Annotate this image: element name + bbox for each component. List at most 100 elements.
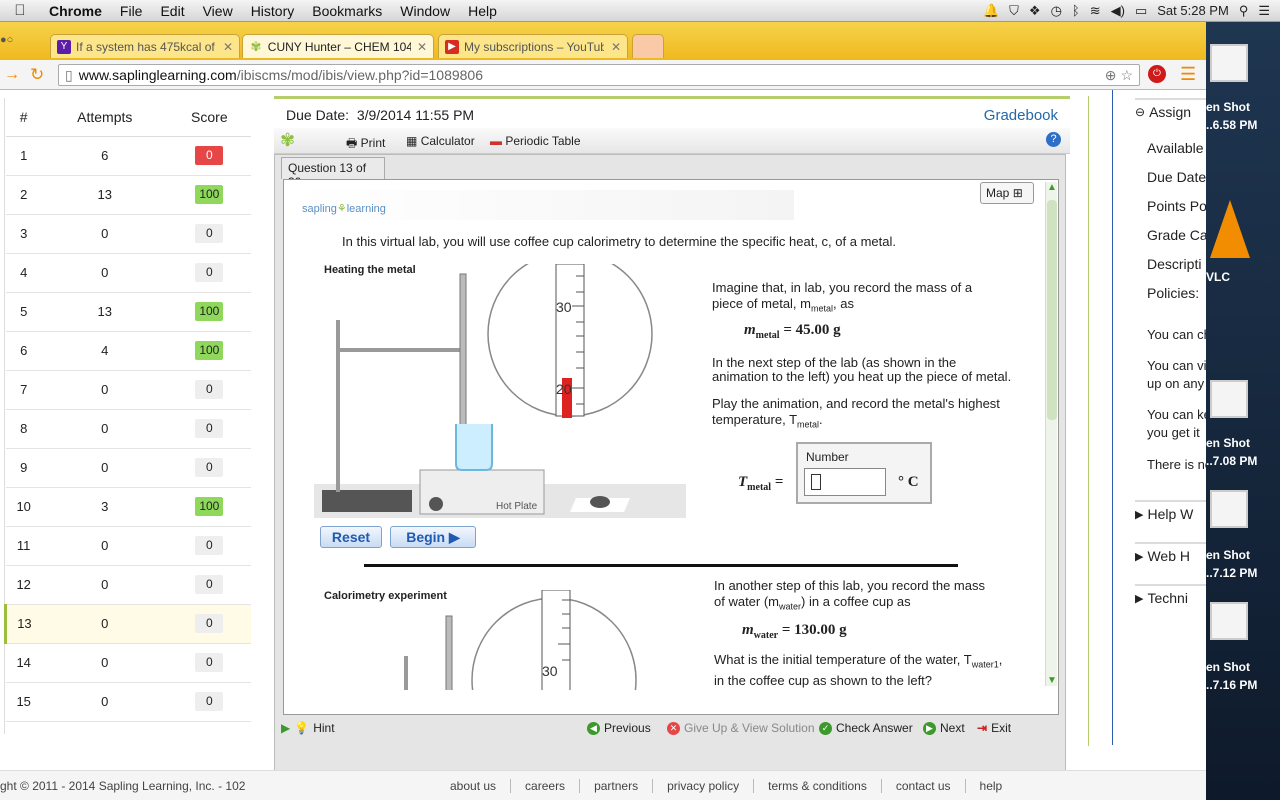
menu-view[interactable]: View [194,3,242,19]
help-icon[interactable]: ? [1046,132,1061,147]
table-row[interactable]: 2 13 100 [5,175,251,215]
battery-icon[interactable]: ▭ [1135,3,1147,19]
table-row[interactable]: 13 0 0 [3,604,251,644]
zoom-icon[interactable]: ⊕ [1105,67,1117,84]
menu-edit[interactable]: Edit [151,3,193,19]
notification-icon[interactable]: 🔔 [983,3,999,19]
hint-button[interactable]: ▶ 💡 Hint [281,721,335,735]
screenshot-file-icon[interactable] [1210,602,1248,640]
question-number[interactable]: 12 [5,565,42,605]
question-number[interactable]: 11 [5,526,42,566]
footer-about-link[interactable]: about us [436,779,512,793]
table-row[interactable]: 700 [5,370,251,410]
give-up-button[interactable]: ✕ Give Up & View Solution [667,721,815,735]
window-controls[interactable]: ●○ [0,34,13,46]
close-icon[interactable]: ✕ [217,40,233,54]
technical-section-header[interactable]: ▶ Techni [1135,584,1206,610]
spotlight-icon[interactable]: ⚲ [1239,3,1249,19]
footer-privacy-link[interactable]: privacy policy [653,779,755,793]
web-help-section-header[interactable]: ▶ Web H [1135,542,1206,568]
question-number[interactable]: 15 [5,682,42,722]
table-row[interactable]: 800 [5,409,251,449]
scroll-down-icon[interactable]: ▼ [1047,675,1057,686]
table-row[interactable]: 5 13 100 [5,292,251,332]
map-button[interactable]: Map ⊞ [980,182,1034,204]
bookmark-star-icon[interactable]: ☆ [1120,67,1133,84]
question-number[interactable]: 8 [5,409,42,449]
question-number[interactable]: 4 [5,253,42,293]
url-field[interactable]: ▯ www.saplinglearning.com/ibiscms/mod/ib… [58,64,1140,86]
table-row[interactable]: 400 [5,253,251,293]
footer-help-link[interactable]: help [966,779,1017,793]
vertical-scrollbar[interactable]: ▲ ▼ [1045,182,1057,686]
volume-icon[interactable]: ◀) [1111,3,1125,19]
print-button[interactable]: 🖶 Print [346,134,385,155]
reload-icon[interactable]: ↻ [30,65,44,85]
time-machine-icon[interactable]: ◷ [1051,3,1062,19]
close-icon[interactable]: ✕ [605,40,621,54]
footer-careers-link[interactable]: careers [511,779,581,793]
menu-window[interactable]: Window [391,3,459,19]
footer-terms-link[interactable]: terms & conditions [754,779,882,793]
help-section-header[interactable]: ▶ Help W [1135,500,1206,526]
question-number[interactable]: 9 [5,448,42,488]
tab-yahoo[interactable]: Y If a system has 475kcal of ✕ [50,34,240,58]
previous-button[interactable]: ◀ Previous [587,721,651,735]
t-metal-input[interactable] [804,468,886,496]
shield-icon[interactable]: ⛉ [1009,3,1019,19]
menu-file[interactable]: File [111,3,152,19]
table-row[interactable]: 6 4 100 [5,331,251,371]
close-icon[interactable]: ✕ [411,40,427,54]
question-number[interactable]: 1 [5,136,42,176]
menu-app-name[interactable]: Chrome [40,3,111,19]
question-number[interactable]: 7 [5,370,42,410]
gradebook-link[interactable]: Gradebook [984,107,1058,124]
forward-icon[interactable]: → [4,66,20,84]
question-number[interactable]: 3 [5,214,42,254]
question-number[interactable]: 6 [5,331,42,371]
tab-cuny-hunter[interactable]: ✾ CUNY Hunter – CHEM 104 ✕ [242,34,434,58]
menu-help[interactable]: Help [459,3,506,19]
assignment-info-header[interactable]: ⊖ Assign [1135,98,1206,124]
question-number[interactable]: 5 [5,292,42,332]
list-icon[interactable]: ☰ [1258,3,1270,19]
apple-icon[interactable]:  [0,2,40,19]
exit-button[interactable]: ⇥ Exit [977,721,1011,735]
adblock-icon[interactable]: ⏻ [1148,65,1166,83]
check-answer-button[interactable]: ✓ Check Answer [819,721,913,735]
begin-button[interactable]: Begin ▶ [390,526,476,548]
table-row[interactable]: 15 0 0 [5,682,251,722]
clock[interactable]: Sat 5:28 PM [1157,3,1229,18]
scroll-thumb[interactable] [1047,200,1057,420]
screenshot-file-icon[interactable] [1210,44,1248,82]
scroll-up-icon[interactable]: ▲ [1047,182,1057,193]
tab-youtube[interactable]: ▶ My subscriptions – YouTube ✕ [438,34,628,58]
new-tab-button[interactable] [632,34,664,58]
wifi-icon[interactable]: ≋ [1090,3,1101,19]
vlc-icon[interactable] [1210,200,1250,258]
table-row[interactable]: 12 0 0 [5,565,251,605]
calculator-button[interactable]: ▦ Calculator [406,134,475,148]
table-row[interactable]: 16 0 [5,136,251,176]
reset-button[interactable]: Reset [320,526,382,548]
table-row[interactable]: 10 3 100 [5,487,251,527]
hot-plate-knob[interactable] [429,497,443,511]
footer-partners-link[interactable]: partners [580,779,654,793]
bluetooth-icon[interactable]: ᛒ [1072,3,1080,18]
screenshot-file-icon[interactable] [1210,380,1248,418]
chrome-menu-icon[interactable]: ☰ [1180,64,1196,85]
next-button[interactable]: ▶ Next [923,721,965,735]
question-number[interactable]: 2 [5,175,42,215]
table-row[interactable]: 14 0 0 [5,643,251,683]
footer-contact-link[interactable]: contact us [882,779,966,793]
menu-bookmarks[interactable]: Bookmarks [303,3,391,19]
question-number[interactable]: 14 [5,643,42,683]
table-row[interactable]: 11 0 0 [5,526,251,566]
question-number[interactable]: 10 [5,487,42,527]
screenshot-file-icon[interactable] [1210,490,1248,528]
dropbox-icon[interactable]: ❖ [1029,3,1041,19]
table-row[interactable]: 900 [5,448,251,488]
menu-history[interactable]: History [242,3,304,19]
periodic-table-button[interactable]: ▬ Periodic Table [490,134,581,148]
question-number[interactable]: 13 [3,604,42,644]
